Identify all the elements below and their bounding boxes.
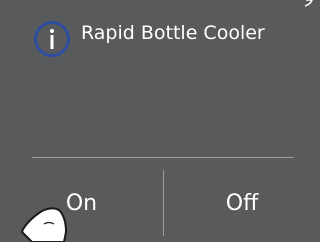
off-button-label: Off <box>225 190 259 216</box>
dialog-title: Rapid Bottle Cooler <box>81 22 265 44</box>
on-button-label: On <box>65 190 98 216</box>
appliance-display: Rapid Bottle Cooler On Off <box>0 0 320 242</box>
dialog-header: Rapid Bottle Cooler <box>33 20 265 58</box>
off-button[interactable]: Off <box>164 158 320 242</box>
info-icon <box>34 21 70 57</box>
on-button[interactable]: On <box>0 158 163 242</box>
